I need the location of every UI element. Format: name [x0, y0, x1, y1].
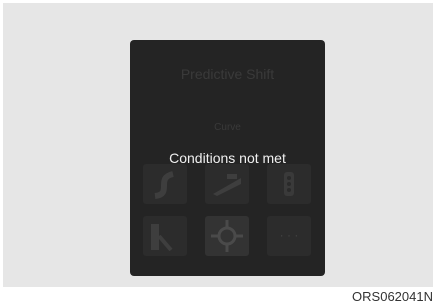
- curve-road-tile[interactable]: [143, 164, 187, 204]
- conditions-message: Conditions not met: [169, 150, 286, 166]
- tollgate-icon: [151, 224, 173, 252]
- traffic-light-icon: [284, 172, 294, 196]
- curve-road-icon: [154, 171, 175, 199]
- slope-icon: [213, 174, 241, 196]
- more-icon: · · ·: [279, 228, 299, 242]
- display-screen: Predictive Shift Curve · · · Conditions …: [130, 40, 325, 276]
- figure-code: ORS062041N: [352, 289, 433, 304]
- screen-subtitle: Curve: [214, 122, 241, 133]
- tollgate-tile[interactable]: [143, 216, 187, 256]
- crossroad-tile[interactable]: [205, 216, 249, 256]
- screen-title: Predictive Shift: [180, 66, 275, 82]
- traffic-light-tile[interactable]: [267, 164, 311, 204]
- slope-tile[interactable]: [205, 164, 249, 204]
- more-tile[interactable]: · · ·: [267, 216, 311, 256]
- figure-frame: Predictive Shift Curve · · · Conditions …: [3, 3, 433, 287]
- crossroad-icon: [211, 220, 243, 252]
